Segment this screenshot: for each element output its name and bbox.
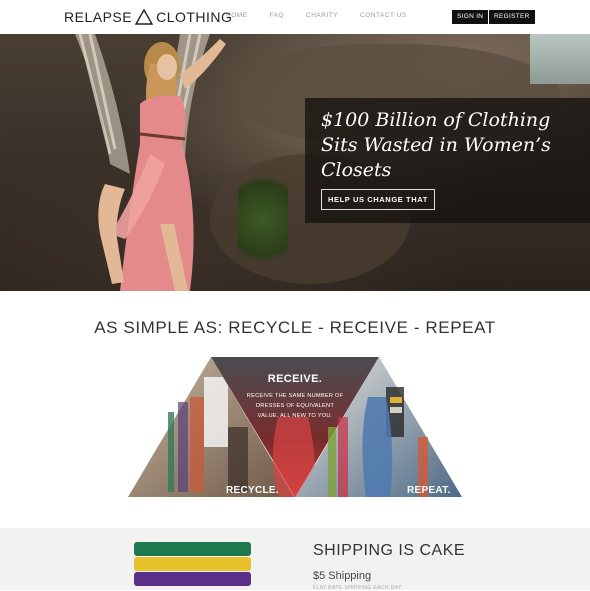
folded-shirts-image: [134, 542, 251, 590]
logo-text-right: CLOTHING: [156, 9, 233, 25]
recycle-label: RECYCLE.: [226, 485, 279, 496]
hero-model-image: [75, 34, 226, 291]
triangle-logo-icon: [135, 9, 154, 25]
receive-title: RECEIVE.: [267, 373, 323, 385]
hero-sky: [530, 34, 590, 84]
receive-description: RECEIVE THE SAME NUMBER OF DRESSES OF EQ…: [246, 393, 344, 419]
repeat-label: REPEAT.: [407, 485, 451, 496]
main-nav: HOME FAQ CHARITY CONTACT US: [226, 12, 429, 19]
green-shirt: [134, 542, 251, 556]
site-header: RELAPSE CLOTHING HOME FAQ CHARITY CONTAC…: [0, 0, 590, 34]
hero-banner: $100 Billion of Clothing Sits Wasted in …: [0, 34, 590, 291]
steps-graphic: RECEIVE. RECEIVE THE SAME NUMBER OF DRES…: [128, 357, 462, 497]
shipping-price: $5 Shipping: [313, 570, 372, 582]
hero-heading: $100 Billion of Clothing Sits Wasted in …: [321, 109, 551, 181]
logo-text-left: RELAPSE: [64, 9, 133, 25]
register-button[interactable]: REGISTER: [489, 10, 535, 24]
nav-contact-us[interactable]: CONTACT US: [360, 12, 407, 19]
nav-charity[interactable]: CHARITY: [306, 12, 338, 19]
logo[interactable]: RELAPSE CLOTHING: [64, 8, 232, 26]
nav-home[interactable]: HOME: [226, 12, 248, 19]
help-us-change-button[interactable]: HELP US CHANGE THAT: [321, 189, 435, 210]
purple-shirt: [134, 572, 251, 586]
shipping-note: FLAT RATE SHIPPING EACH DAY: [313, 585, 402, 591]
yellow-shirt: [134, 557, 251, 571]
hero-panel: $100 Billion of Clothing Sits Wasted in …: [305, 98, 590, 223]
shipping-title: SHIPPING IS CAKE: [313, 542, 466, 559]
section-title: AS SIMPLE AS: RECYCLE - RECEIVE - REPEAT: [94, 318, 496, 337]
nav-faq[interactable]: FAQ: [270, 12, 285, 19]
shipping-section: SHIPPING IS CAKE $5 Shipping FLAT RATE S…: [0, 528, 590, 591]
sign-in-button[interactable]: SIGN IN: [452, 10, 489, 24]
